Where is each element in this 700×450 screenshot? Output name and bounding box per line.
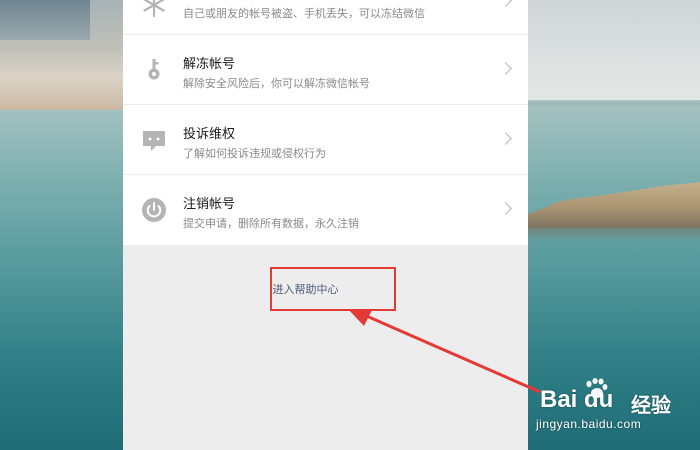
- chevron-right-icon: [499, 202, 512, 215]
- horizon-line: [528, 102, 700, 106]
- snowflake-icon: [141, 0, 167, 18]
- item-description: 解除安全风险后，你可以解冻微信帐号: [183, 77, 370, 90]
- annotation-highlight-box: [270, 267, 396, 311]
- paw-icon: [586, 378, 608, 398]
- baidu-jingyan-watermark: Bai du 经验 jingyan.baidu.com: [536, 378, 696, 438]
- item-description: 自己或朋友的帐号被盗、手机丢失，可以冻结微信: [183, 7, 425, 20]
- item-title: 注销帐号: [183, 197, 236, 212]
- power-icon: [141, 197, 167, 223]
- island-reflection: [528, 228, 700, 242]
- list-item-freeze-account[interactable]: 自己或朋友的帐号被盗、手机丢失，可以冻结微信: [123, 0, 528, 35]
- chat-bubble-icon: [141, 127, 167, 153]
- chevron-right-icon: [499, 132, 512, 145]
- list-item-delete-account[interactable]: 注销帐号 提交申请，删除所有数据，永久注销: [123, 175, 528, 245]
- watermark-product: 经验: [631, 393, 671, 417]
- list-item-complaint[interactable]: 投诉维权 了解如何投诉违规或侵权行为: [123, 105, 528, 175]
- item-title: 投诉维权: [183, 127, 236, 142]
- chevron-right-icon: [499, 62, 512, 75]
- chevron-right-icon: [499, 0, 512, 7]
- item-description: 了解如何投诉违规或侵权行为: [183, 147, 326, 160]
- item-description: 提交申请，删除所有数据，永久注销: [183, 217, 359, 230]
- list-item-unfreeze-account[interactable]: 解冻帐号 解除安全风险后，你可以解冻微信帐号: [123, 35, 528, 105]
- watermark-url: jingyan.baidu.com: [536, 417, 642, 431]
- left-cliff: [0, 0, 90, 40]
- item-title: 解冻帐号: [183, 57, 236, 72]
- key-icon: [141, 57, 167, 83]
- account-options-list: 自己或朋友的帐号被盗、手机丢失，可以冻结微信 解冻帐号 解除安全风险后，你可以解…: [123, 0, 528, 245]
- phone-panel: 自己或朋友的帐号被盗、手机丢失，可以冻结微信 解冻帐号 解除安全风险后，你可以解…: [123, 0, 528, 450]
